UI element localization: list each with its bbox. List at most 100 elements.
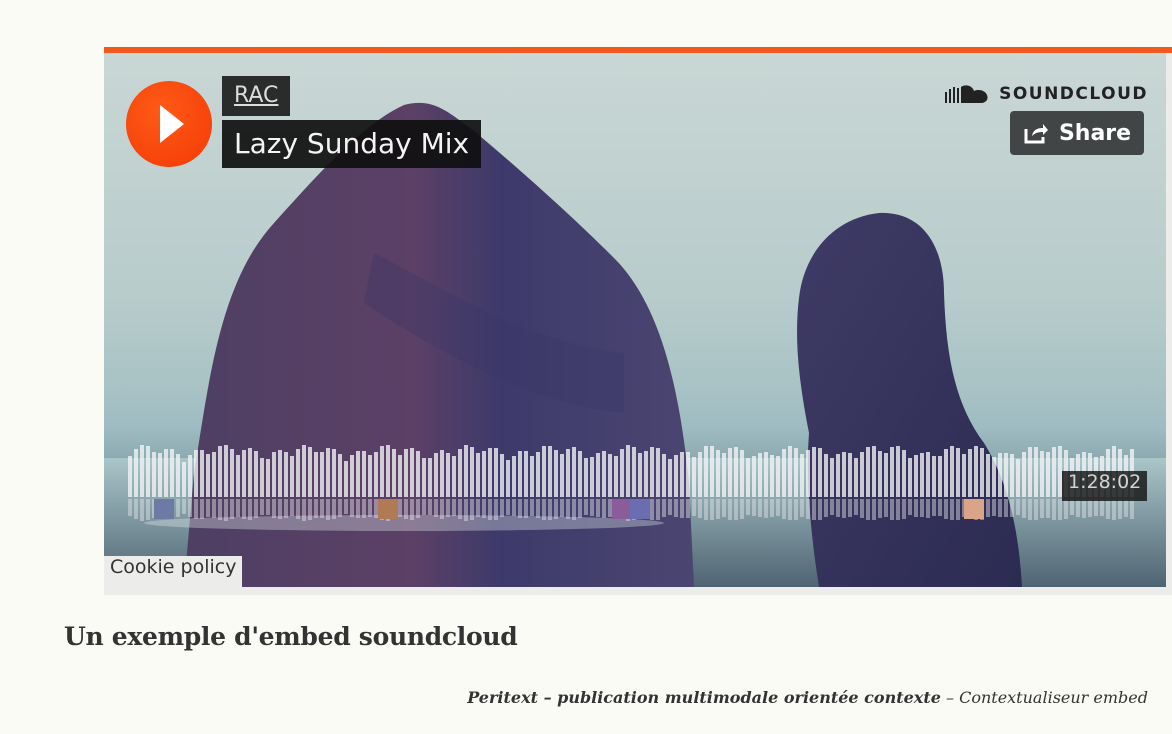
waveform-reflection <box>722 499 726 517</box>
waveform-bar <box>158 453 162 497</box>
waveform-bar <box>950 446 954 497</box>
waveform-reflection <box>1010 499 1014 517</box>
waveform-reflection <box>710 499 714 520</box>
soundcloud-brand[interactable]: SOUNDCLOUD <box>945 83 1148 105</box>
waveform-reflection <box>236 499 240 517</box>
waveform-reflection <box>248 499 252 520</box>
waveform-bar <box>824 454 828 497</box>
waveform-reflection <box>362 499 366 518</box>
waveform-reflection <box>1076 499 1080 517</box>
waveform-reflection <box>662 499 666 517</box>
comment-avatar[interactable] <box>378 499 398 519</box>
waveform-bar <box>380 446 384 497</box>
waveform-bar <box>956 448 960 497</box>
waveform-bar <box>332 449 336 497</box>
waveform-reflection <box>698 499 702 518</box>
track-title[interactable]: Lazy Sunday Mix <box>222 120 482 168</box>
waveform-bar <box>680 452 684 497</box>
waveform-reflection <box>1046 499 1050 518</box>
waveform-reflection <box>212 499 216 518</box>
waveform-reflection <box>602 499 606 518</box>
comment-avatar[interactable] <box>964 499 984 519</box>
waveform-reflection <box>176 499 180 517</box>
play-button[interactable] <box>126 81 212 167</box>
waveform-reflection <box>1082 499 1086 518</box>
waveform-reflection <box>1022 499 1026 518</box>
waveform-reflection <box>128 499 132 516</box>
waveform-reflection <box>950 499 954 520</box>
waveform-reflection <box>1034 499 1038 520</box>
waveform-reflection <box>254 499 258 518</box>
waveform-bar <box>386 445 390 497</box>
waveform-reflection <box>434 499 438 517</box>
waveform-bar <box>236 455 240 497</box>
waveform-bar <box>134 449 138 497</box>
waveform-reflection <box>812 499 816 520</box>
comment-avatar[interactable] <box>630 499 650 519</box>
waveform-reflection <box>1112 499 1116 520</box>
waveform-bar <box>224 445 228 497</box>
cookie-policy-link[interactable]: Cookie policy <box>104 556 243 587</box>
waveform-bar <box>854 458 858 497</box>
waveform-reflection <box>500 499 504 517</box>
waveform[interactable] <box>126 435 1136 527</box>
waveform-bar <box>368 455 372 497</box>
waveform-bar <box>908 458 912 497</box>
waveform-bar <box>230 449 234 497</box>
waveform-bar <box>182 462 186 497</box>
waveform-reflection <box>800 499 804 517</box>
waveform-reflection <box>146 499 150 520</box>
waveform-bar <box>1034 447 1038 497</box>
waveform-bar <box>200 450 204 497</box>
waveform-bar <box>272 452 276 497</box>
waveform-reflection <box>512 499 516 516</box>
waveform-bar <box>884 453 888 497</box>
waveform-bar <box>668 459 672 497</box>
waveform-reflection <box>656 499 660 520</box>
waveform-reflection <box>860 499 864 518</box>
comment-avatar[interactable] <box>154 499 174 519</box>
waveform-reflection <box>692 499 696 516</box>
waveform-reflection <box>1004 499 1008 517</box>
waveform-reflection <box>200 499 204 519</box>
waveform-bar <box>512 456 516 497</box>
waveform-reflection <box>1070 499 1074 515</box>
waveform-reflection <box>734 499 738 520</box>
waveform-bar <box>1046 452 1050 497</box>
waveform-reflection <box>410 499 414 520</box>
waveform-bar <box>392 449 396 497</box>
waveform-reflection <box>482 499 486 518</box>
brand-name: SOUNDCLOUD <box>999 84 1148 104</box>
waveform-reflection <box>752 499 756 516</box>
waveform-reflection <box>398 499 402 517</box>
waveform-bar <box>842 452 846 497</box>
waveform-bar <box>308 447 312 497</box>
share-label: Share <box>1058 120 1132 146</box>
waveform-reflection <box>1058 499 1062 520</box>
waveform-bar <box>776 456 780 497</box>
waveform-reflection <box>740 499 744 519</box>
publication-link[interactable]: Peritext – publication multimodale orien… <box>467 688 941 707</box>
footer-separator: – <box>945 688 954 707</box>
waveform-reflection <box>290 499 294 516</box>
waveform-bar <box>998 453 1002 497</box>
waveform-bar <box>968 449 972 497</box>
waveform-reflection <box>134 499 138 519</box>
waveform-reflection <box>230 499 234 519</box>
waveform-bar <box>686 452 690 497</box>
waveform-bar <box>692 457 696 497</box>
artist-link[interactable]: RAC <box>222 76 291 116</box>
waveform-bar <box>734 447 738 497</box>
waveform-bar <box>794 448 798 497</box>
waveform-reflection <box>1124 499 1128 517</box>
waveform-reflection <box>584 499 588 515</box>
waveform-bar <box>524 451 528 497</box>
waveform-reflection <box>272 499 276 518</box>
waveform-bar <box>1022 452 1026 497</box>
share-button[interactable]: Share <box>1010 111 1144 155</box>
waveform-bar <box>752 456 756 497</box>
waveform-reflection <box>992 499 996 516</box>
waveform-bar <box>782 449 786 497</box>
comment-avatar[interactable] <box>612 499 632 519</box>
waveform-reflection <box>716 499 720 519</box>
